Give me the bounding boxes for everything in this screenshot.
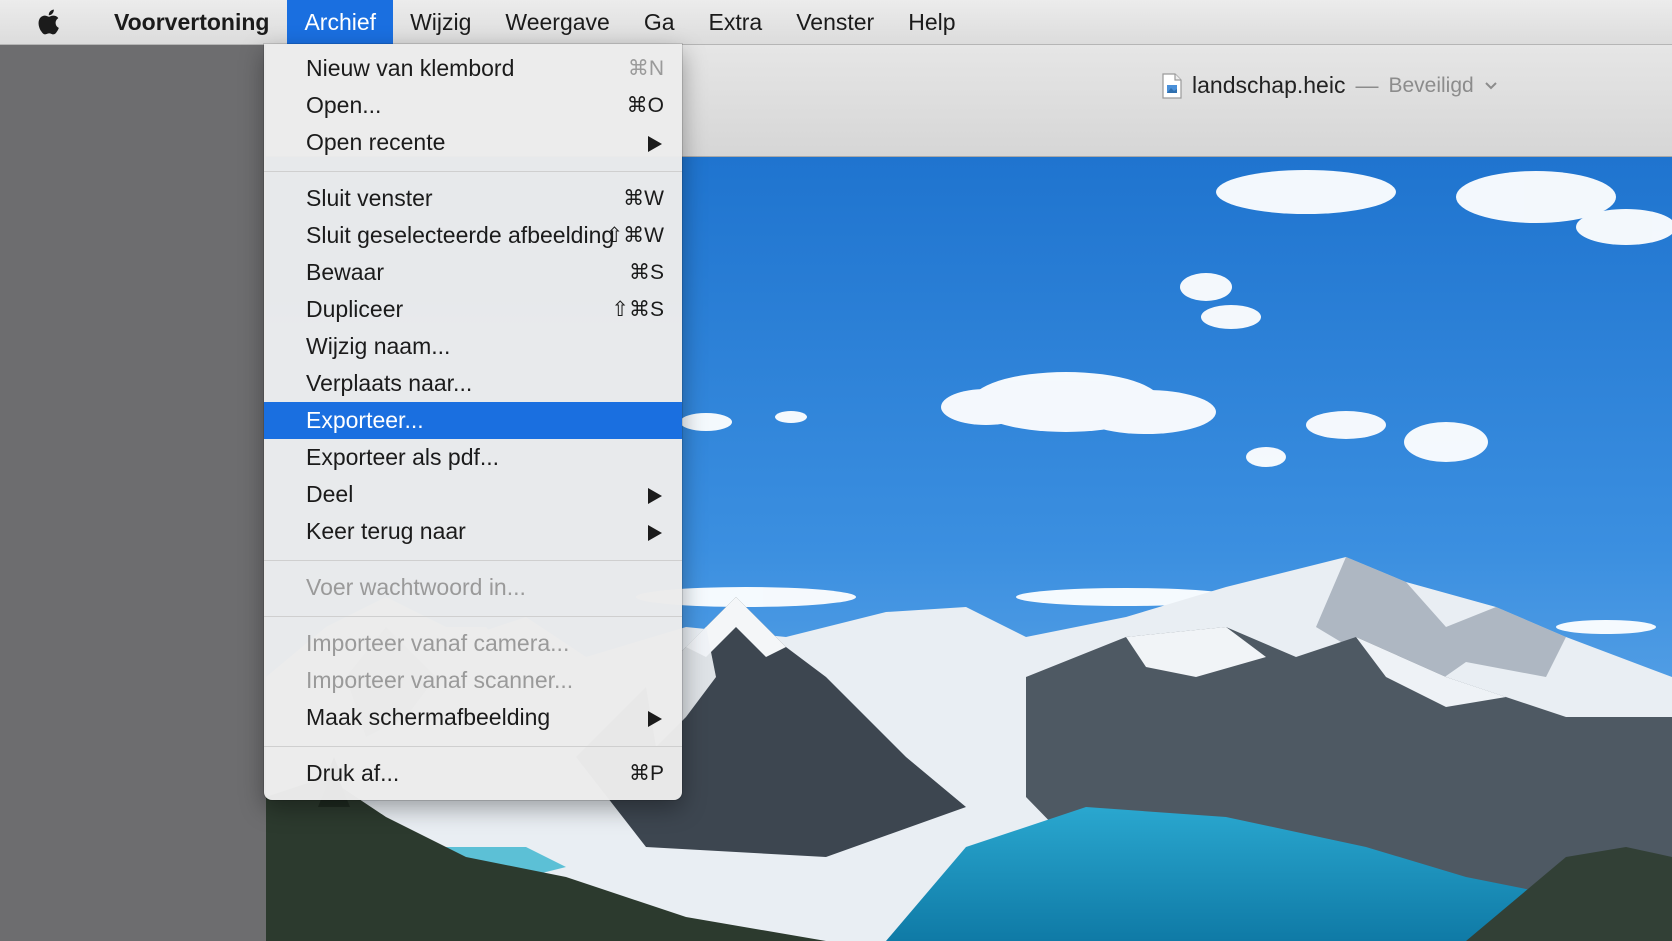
menu-item-label: Sluit venster — [306, 185, 433, 211]
menu-item-exporteer[interactable]: Exporteer... — [264, 402, 682, 439]
menu-archief[interactable]: Archief — [287, 0, 394, 44]
menu-item-label: Exporteer... — [306, 407, 424, 433]
menu-item-deel[interactable]: Deel — [264, 476, 682, 513]
menu-wijzig[interactable]: Wijzig — [393, 0, 488, 44]
menu-item-exporteer-als-pdf[interactable]: Exporteer als pdf... — [264, 439, 682, 476]
menu-weergave[interactable]: Weergave — [488, 0, 626, 44]
submenu-arrow-icon — [648, 711, 662, 727]
menu-item-druk-af[interactable]: Druk af... ⌘P — [264, 755, 682, 792]
menu-item-maak-schermafbeelding[interactable]: Maak schermafbeelding — [264, 699, 682, 736]
shortcut-label: ⌘N — [627, 57, 664, 80]
document-icon — [1162, 72, 1182, 99]
menu-item-keer-terug-naar[interactable]: Keer terug naar — [264, 513, 682, 550]
menu-item-importeer-vanaf-scanner: Importeer vanaf scanner... — [264, 662, 682, 699]
submenu-arrow-icon — [648, 525, 662, 541]
menu-item-nieuw-van-klembord[interactable]: Nieuw van klembord ⌘N — [264, 50, 682, 87]
submenu-arrow-icon — [648, 488, 662, 504]
menu-item-wijzig-naam[interactable]: Wijzig naam... — [264, 328, 682, 365]
archief-dropdown-menu: Nieuw van klembord ⌘N Open... ⌘O Open re… — [264, 44, 682, 800]
filename: landschap.heic — [1192, 72, 1346, 98]
menu-app-name[interactable]: Voorvertoning — [96, 0, 287, 44]
menu-item-label: Sluit geselecteerde afbeelding — [306, 222, 615, 248]
apple-menu[interactable] — [0, 0, 96, 44]
shortcut-label: ⌘S — [628, 261, 664, 284]
menu-bar: Voorvertoning Archief Wijzig Weergave Ga… — [0, 0, 1672, 45]
menu-item-label: Open recente — [306, 129, 446, 155]
menu-extra[interactable]: Extra — [692, 0, 780, 44]
menu-item-label: Wijzig naam... — [306, 333, 451, 359]
menu-venster[interactable]: Venster — [779, 0, 891, 44]
menu-item-label: Deel — [306, 481, 354, 507]
menu-separator — [264, 616, 682, 617]
menu-separator — [264, 746, 682, 747]
submenu-arrow-icon — [648, 136, 662, 152]
menu-item-verplaats-naar[interactable]: Verplaats naar... — [264, 365, 682, 402]
menu-item-label: Open... — [306, 92, 382, 118]
shortcut-label: ⌘W — [623, 187, 664, 210]
menu-item-label: Voer wachtwoord in... — [306, 574, 526, 600]
menu-item-label: Maak schermafbeelding — [306, 704, 551, 730]
document-title[interactable]: landschap.heic — Beveiligd — [1162, 72, 1498, 99]
menu-item-label: Keer terug naar — [306, 518, 466, 544]
menu-separator — [264, 171, 682, 172]
shortcut-label: ⌘P — [628, 762, 664, 785]
menu-item-voer-wachtwoord-in: Voer wachtwoord in... — [264, 569, 682, 606]
shortcut-label: ⌘O — [626, 94, 664, 117]
menu-item-label: Druk af... — [306, 760, 400, 786]
menu-item-label: Importeer vanaf camera... — [306, 630, 570, 656]
title-separator: — — [1355, 72, 1379, 98]
menu-item-open-recente[interactable]: Open recente — [264, 124, 682, 161]
shortcut-label: ⇧⌘S — [611, 298, 664, 321]
menu-ga[interactable]: Ga — [627, 0, 692, 44]
menu-item-sluit-venster[interactable]: Sluit venster ⌘W — [264, 180, 682, 217]
menu-item-label: Exporteer als pdf... — [306, 444, 500, 470]
menu-item-label: Importeer vanaf scanner... — [306, 667, 574, 693]
apple-logo-icon — [38, 9, 59, 35]
menu-separator — [264, 560, 682, 561]
shortcut-label: ⇧⌘W — [605, 224, 664, 247]
menu-item-label: Dupliceer — [306, 296, 404, 322]
menu-item-label: Bewaar — [306, 259, 384, 285]
status-label: Beveiligd — [1388, 73, 1474, 97]
menu-item-bewaar[interactable]: Bewaar ⌘S — [264, 254, 682, 291]
menu-item-importeer-vanaf-camera: Importeer vanaf camera... — [264, 625, 682, 662]
menu-item-label: Nieuw van klembord — [306, 55, 515, 81]
menu-item-sluit-geselecteerde-afbeelding[interactable]: Sluit geselecteerde afbeelding ⇧⌘W — [264, 217, 682, 254]
menu-item-dupliceer[interactable]: Dupliceer ⇧⌘S — [264, 291, 682, 328]
menu-item-open[interactable]: Open... ⌘O — [264, 87, 682, 124]
menu-item-label: Verplaats naar... — [306, 370, 473, 396]
chevron-down-icon[interactable] — [1484, 81, 1498, 91]
menu-help[interactable]: Help — [891, 0, 972, 44]
